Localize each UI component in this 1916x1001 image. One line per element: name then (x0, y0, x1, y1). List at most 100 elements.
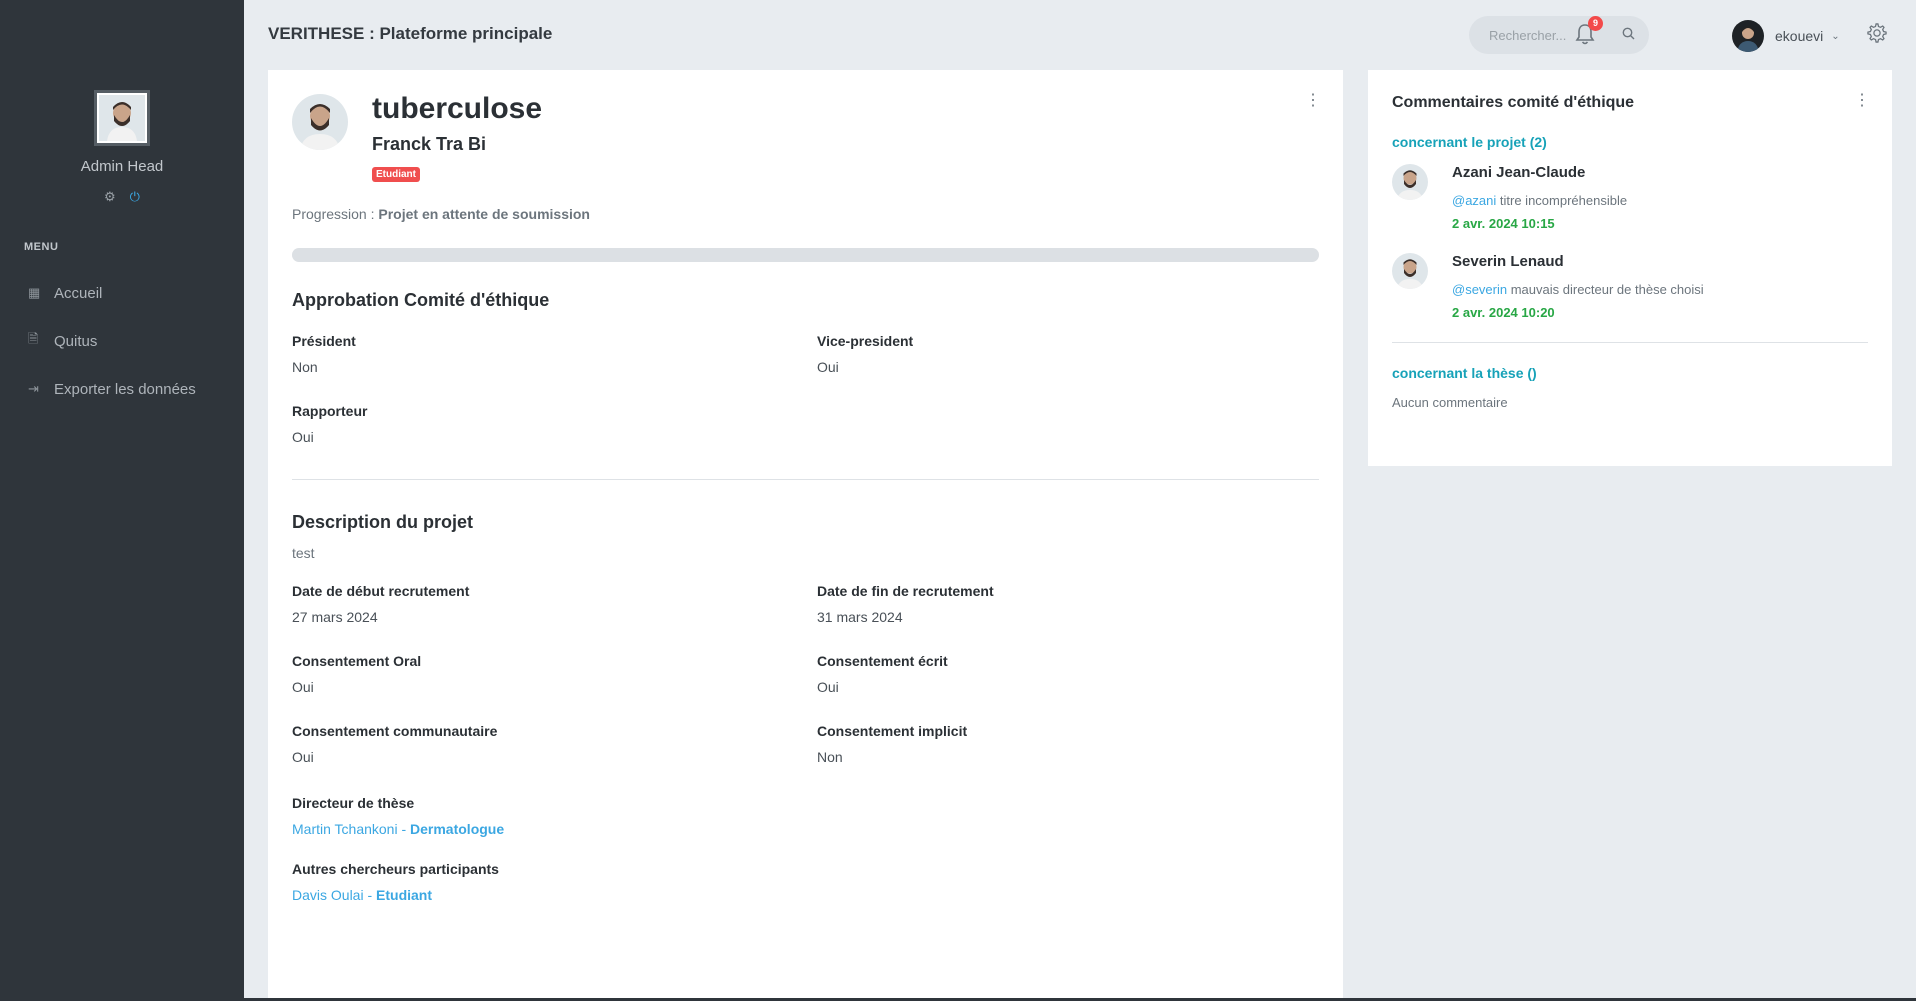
comment-author: Severin Lenaud (1452, 253, 1564, 270)
sidebar-item-label: Quitus (54, 332, 98, 350)
project-comments-heading[interactable]: concernant le projet (2) (1392, 134, 1868, 150)
mention-link[interactable]: @azani (1452, 193, 1496, 208)
username: ekouevi (1775, 28, 1824, 44)
avatar-icon (99, 95, 145, 141)
mention-link[interactable]: @severin (1452, 282, 1507, 297)
field-value: Oui (817, 359, 839, 375)
search-icon[interactable] (1622, 27, 1635, 43)
field-label: Date de fin de recrutement (817, 583, 994, 599)
sidebar-profile: Admin Head ⚙ ⏻ (0, 0, 244, 205)
comment-author: Azani Jean-Claude (1452, 164, 1586, 181)
comments-title: Commentaires comité d'éthique (1392, 94, 1635, 111)
sidebar-item-quitus[interactable]: 🗎 Quitus (0, 317, 244, 365)
sidebar-item-label: Accueil (54, 284, 103, 302)
description-field: Consentement communautaire Oui (292, 723, 817, 765)
field-label: Président (292, 333, 356, 349)
others-field: Autres chercheurs participants Davis Oul… (292, 861, 1319, 903)
progression: Progression : Projet en attente de soumi… (292, 206, 1319, 222)
field-label: Rapporteur (292, 403, 368, 419)
empty-comments-text: Aucun commentaire (1392, 395, 1508, 410)
sidebar-item-label: Exporter les données (54, 380, 196, 398)
progression-status: Projet en attente de soumission (378, 206, 590, 222)
avatar[interactable] (94, 90, 150, 146)
commenter-avatar (1392, 253, 1428, 289)
director-link[interactable]: Martin Tchankoni - Dermatologue (292, 821, 1319, 837)
approval-field: Rapporteur Oui (292, 403, 817, 445)
field-value: Non (817, 749, 843, 765)
project-card: ⋮ tuberculose Franck Tra Bi Etudiant Pro… (268, 70, 1343, 1001)
document-icon: 🗎 (28, 331, 39, 346)
approval-grid: Président Non Vice-president Oui Rapport… (292, 333, 1319, 445)
description-field: Consentement Oral Oui (292, 653, 817, 695)
field-value: 27 mars 2024 (292, 609, 378, 625)
sidebar-item-exporter[interactable]: ⇥ Exporter les données (0, 365, 244, 413)
comment-date: 2 avr. 2024 10:20 (1452, 305, 1555, 320)
description-text: test (292, 545, 315, 561)
approval-title: Approbation Comité d'éthique (292, 290, 550, 310)
gear-icon (1867, 23, 1887, 43)
chevron-down-icon: ⌄ (1831, 30, 1840, 42)
comment-item: Severin Lenaud @severin mauvais directeu… (1392, 253, 1868, 320)
notification-badge: 9 (1588, 16, 1603, 31)
field-value: Oui (292, 749, 314, 765)
field-label: Date de début recrutement (292, 583, 470, 599)
field-value: Non (292, 359, 318, 375)
researcher-link[interactable]: Davis Oulai - Etudiant (292, 887, 1319, 903)
topbar: VERITHESE : Plateforme principale 9 ekou… (244, 0, 1916, 70)
description-title: Description du projet (292, 512, 474, 532)
comments-card: ⋮ Commentaires comité d'éthique concerna… (1368, 70, 1892, 466)
field-label: Directeur de thèse (292, 795, 415, 811)
menu-title: MENU (24, 241, 59, 253)
researcher-role: Etudiant (376, 887, 433, 903)
progress-bar (292, 248, 1319, 262)
description-field: Date de fin de recrutement 31 mars 2024 (817, 583, 1317, 625)
field-value: Oui (292, 679, 314, 695)
role-badge: Etudiant (372, 167, 420, 182)
sidebar-item-accueil[interactable]: ▦ Accueil (0, 269, 244, 317)
sidebar: Admin Head ⚙ ⏻ MENU ▦ Accueil 🗎 Quitus ⇥… (0, 0, 244, 1001)
progression-label: Progression : (292, 206, 375, 222)
profile-actions: ⚙ ⏻ (0, 189, 244, 205)
comment-body: titre incompréhensible (1496, 193, 1628, 208)
field-label: Consentement Oral (292, 653, 422, 669)
approval-field: Vice-president Oui (817, 333, 1317, 375)
commenter-avatar (1392, 164, 1428, 200)
field-label: Consentement communautaire (292, 723, 498, 739)
director-field: Directeur de thèse Martin Tchankoni - De… (292, 795, 1319, 837)
page-title: VERITHESE : Plateforme principale (268, 24, 553, 43)
comment-body: mauvais directeur de thèse choisi (1507, 282, 1704, 297)
notifications-button[interactable]: 9 (1574, 16, 1603, 48)
sidebar-menu: ▦ Accueil 🗎 Quitus ⇥ Exporter les donnée… (0, 269, 244, 413)
student-avatar (292, 94, 348, 150)
divider (292, 479, 1319, 480)
field-value: 31 mars 2024 (817, 609, 903, 625)
researcher-name: Davis Oulai - (292, 887, 377, 903)
description-field: Consentement écrit Oui (817, 653, 1317, 695)
comment-text: @azani titre incompréhensible (1452, 193, 1627, 208)
thesis-comments-heading[interactable]: concernant la thèse () (1392, 365, 1868, 381)
power-icon[interactable]: ⏻ (130, 189, 140, 205)
gear-icon[interactable]: ⚙ (104, 189, 116, 205)
divider (1392, 342, 1868, 343)
description-grid: Date de début recrutement 27 mars 2024 D… (292, 583, 1319, 765)
description-field: Date de début recrutement 27 mars 2024 (292, 583, 817, 625)
user-avatar (1732, 20, 1764, 52)
settings-button[interactable] (1866, 22, 1890, 46)
approval-field: Président Non (292, 333, 817, 375)
comment-item: Azani Jean-Claude @azani titre incompréh… (1392, 164, 1868, 231)
more-options-icon[interactable]: ⋮ (1305, 93, 1321, 109)
director-role: Dermatologue (410, 821, 505, 837)
field-label: Vice-president (817, 333, 914, 349)
field-label: Consentement implicit (817, 723, 968, 739)
project-title: tuberculose (372, 92, 543, 125)
comment-text: @severin mauvais directeur de thèse choi… (1452, 282, 1704, 297)
project-header: tuberculose Franck Tra Bi Etudiant (292, 92, 1319, 182)
table-icon: ▦ (28, 285, 41, 300)
field-value: Oui (817, 679, 839, 695)
student-name: Franck Tra Bi (372, 134, 487, 154)
user-menu[interactable]: ekouevi ⌄ (1732, 20, 1840, 52)
more-options-icon[interactable]: ⋮ (1854, 93, 1870, 109)
field-label: Consentement écrit (817, 653, 948, 669)
description-field: Consentement implicit Non (817, 723, 1317, 765)
search-box[interactable] (1469, 16, 1649, 54)
